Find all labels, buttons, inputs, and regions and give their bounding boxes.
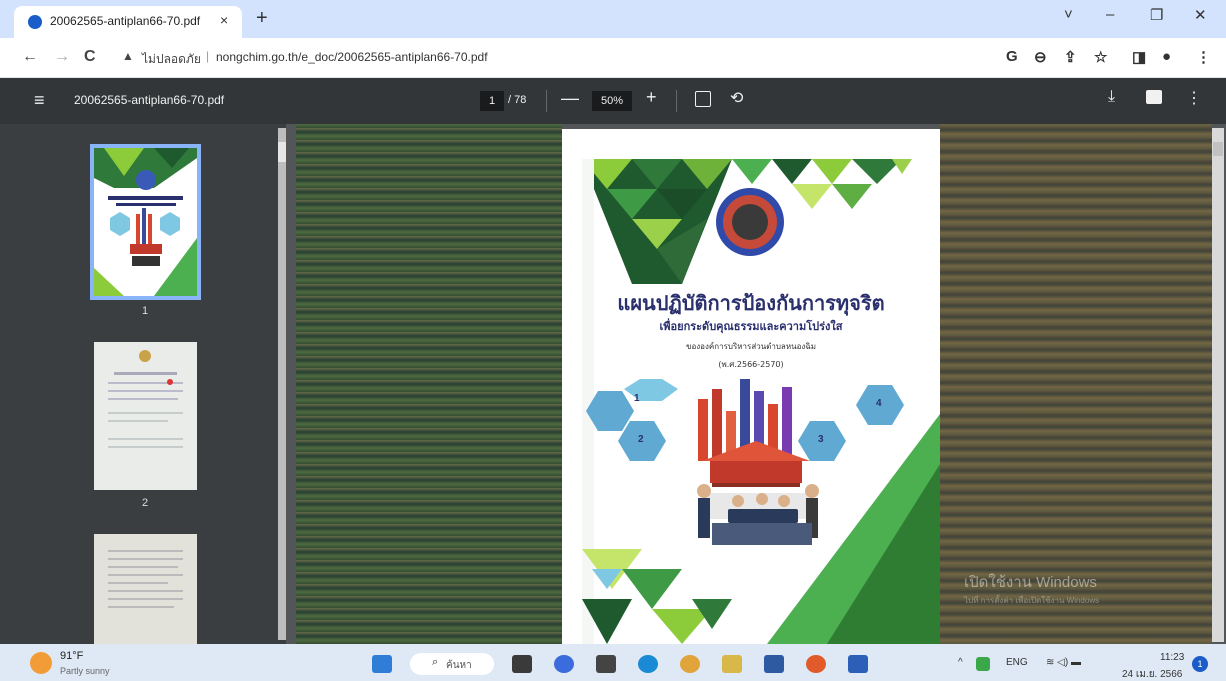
cover-thumbnail-image [94,148,197,296]
zoom-input[interactable]: 50% [592,91,632,111]
cover-organization: ขององค์การบริหารส่วนตำบลหนองฉิม [686,342,816,351]
windows-taskbar: 91°F Partly sunny ⌕ ค้นหา ^ ENG ≋ ◁) ▬ 1… [0,644,1226,681]
share-icon[interactable]: ⇪ [1064,48,1077,66]
page-number-input[interactable]: 1 [480,91,504,111]
cover-title: แผนปฏิบัติการป้องกันการทุจริต [617,291,885,315]
scan-noise-left [296,124,562,644]
windows-activation-hint: ไปที่ การตั้งค่า เพื่อเปิดใช้งาน Windows [964,596,1100,605]
url-text[interactable]: nongchim.go.th/e_doc/20062565-antiplan66… [216,50,488,64]
page-thumbnail-image [94,534,197,644]
zoom-in-button[interactable]: + [646,87,657,108]
security-label[interactable]: ไม่ปลอดภัย [142,50,201,69]
badge-2: 2 [638,434,644,445]
sidebar-scroll-thumb[interactable] [278,142,286,162]
badge-3: 3 [818,434,824,445]
thumbnail-number: 2 [141,497,149,509]
tab-title: 20062565-antiplan66-70.pdf [50,14,201,28]
tray-overflow-icon[interactable]: ^ [958,657,963,668]
windows-activation-watermark: เปิดใช้งาน Windows [964,574,1097,591]
back-button[interactable]: ← [22,48,38,66]
badge-1: 1 [634,393,640,404]
zoom-out-button[interactable]: — [561,88,579,109]
bookmark-star-icon[interactable]: ☆ [1094,48,1107,66]
profile-avatar-icon[interactable]: ● [1162,48,1171,65]
task-view-icon[interactable] [512,655,532,673]
rotate-icon[interactable]: ⟲ [730,88,743,108]
taskbar-search[interactable]: ⌕ ค้นหา [410,653,494,675]
url-separator: | [206,49,210,63]
notification-badge[interactable]: 1 [1192,656,1208,672]
google-lens-icon[interactable]: G [1006,48,1018,65]
viewer-scroll-thumb[interactable] [1213,142,1223,156]
meet-chat-icon[interactable] [554,655,574,673]
viewer-scrollbar[interactable] [1212,128,1224,642]
minimize-button[interactable]: – [1106,6,1114,23]
page-thumbnail-1[interactable] [90,144,201,300]
edge-browser-icon[interactable] [638,655,658,673]
tab-strip: 20062565-antiplan66-70.pdf × + ˅ – ❐ ✕ [0,0,1226,38]
sidebar-toggle-icon[interactable]: ≡ [34,90,45,111]
browser-tab[interactable]: 20062565-antiplan66-70.pdf × [14,6,242,38]
badge-4: 4 [876,398,882,409]
tray-app-icon[interactable] [976,657,990,671]
pdf-favicon-icon [28,15,42,29]
download-icon[interactable]: ⤓ [1108,88,1115,106]
language-indicator[interactable]: ENG [1006,657,1028,668]
screen: 20062565-antiplan66-70.pdf × + ˅ – ❐ ✕ ←… [0,0,1226,681]
close-window-button[interactable]: ✕ [1194,6,1207,24]
page-total: / 78 [508,94,527,106]
new-tab-button[interactable]: + [256,8,268,28]
pdf-viewer[interactable]: 1 2 แผนปฏิบัติการป้องกันการทุจริต เพื่อย… [0,124,1226,644]
mail-app-icon[interactable] [764,655,784,673]
thumbnail-number: 1 [141,305,149,317]
forward-button[interactable]: → [54,48,70,66]
weather-temperature[interactable]: 91°F [60,650,83,662]
pdf-page-1: แผนปฏิบัติการป้องกันการทุจริต เพื่อยกระด… [562,129,940,644]
warning-icon[interactable]: ▲ [122,49,134,63]
print-icon[interactable] [1146,90,1162,104]
cover-subtitle: เพื่อยกระดับคุณธรรมและความโปร่งใส [659,320,843,333]
zoom-icon[interactable]: ⊖ [1034,48,1047,66]
weather-icon[interactable] [30,652,52,674]
chrome-browser-icon[interactable] [680,655,700,673]
clock-date[interactable]: 24 เม.ย. 2566 [1122,667,1182,681]
thumbnail-sidebar: 1 2 [0,124,286,644]
toolbar-divider [676,90,677,112]
search-icon: ⌕ [432,656,439,668]
reload-button[interactable]: C [84,48,96,66]
cover-years: (พ.ศ.2566-2570) [718,360,784,369]
toolbar-divider [546,90,547,112]
more-actions-icon[interactable]: ⋮ [1186,88,1202,108]
chrome-menu-icon[interactable]: ⋮ [1196,48,1211,66]
page-thumbnail-3[interactable] [94,534,197,644]
app-icon[interactable] [806,655,826,673]
cover-artwork [582,159,940,644]
side-panel-icon[interactable]: ◨ [1132,48,1146,66]
page-thumbnail-image [94,342,197,490]
weather-description[interactable]: Partly sunny [60,666,110,676]
tab-close-icon[interactable]: × [220,12,228,28]
pdf-toolbar: ≡ 20062565-antiplan66-70.pdf 1 / 78 — 50… [0,78,1226,124]
search-label: ค้นหา [446,660,472,671]
photos-app-icon[interactable] [722,655,742,673]
page-thumbnail-2[interactable] [94,342,197,490]
fit-to-page-icon[interactable] [695,91,711,107]
document-title: 20062565-antiplan66-70.pdf [74,93,225,107]
clock-time[interactable]: 11:23 [1160,652,1184,663]
start-button-icon[interactable] [372,655,392,673]
omnibox[interactable]: ▲ ไม่ปลอดภัย | nongchim.go.th/e_doc/2006… [116,46,996,70]
address-row: ← → C ▲ ไม่ปลอดภัย | nongchim.go.th/e_do… [0,38,1226,78]
tab-search-chevron-icon[interactable]: ˅ [1064,6,1073,23]
word-app-icon[interactable] [848,655,868,673]
scan-noise-right [940,124,1212,644]
sidebar-scrollbar[interactable] [278,128,286,640]
file-explorer-icon[interactable] [596,655,616,673]
network-volume-battery-icons[interactable]: ≋ ◁) ▬ [1046,657,1081,668]
restore-button[interactable]: ❐ [1150,6,1163,24]
